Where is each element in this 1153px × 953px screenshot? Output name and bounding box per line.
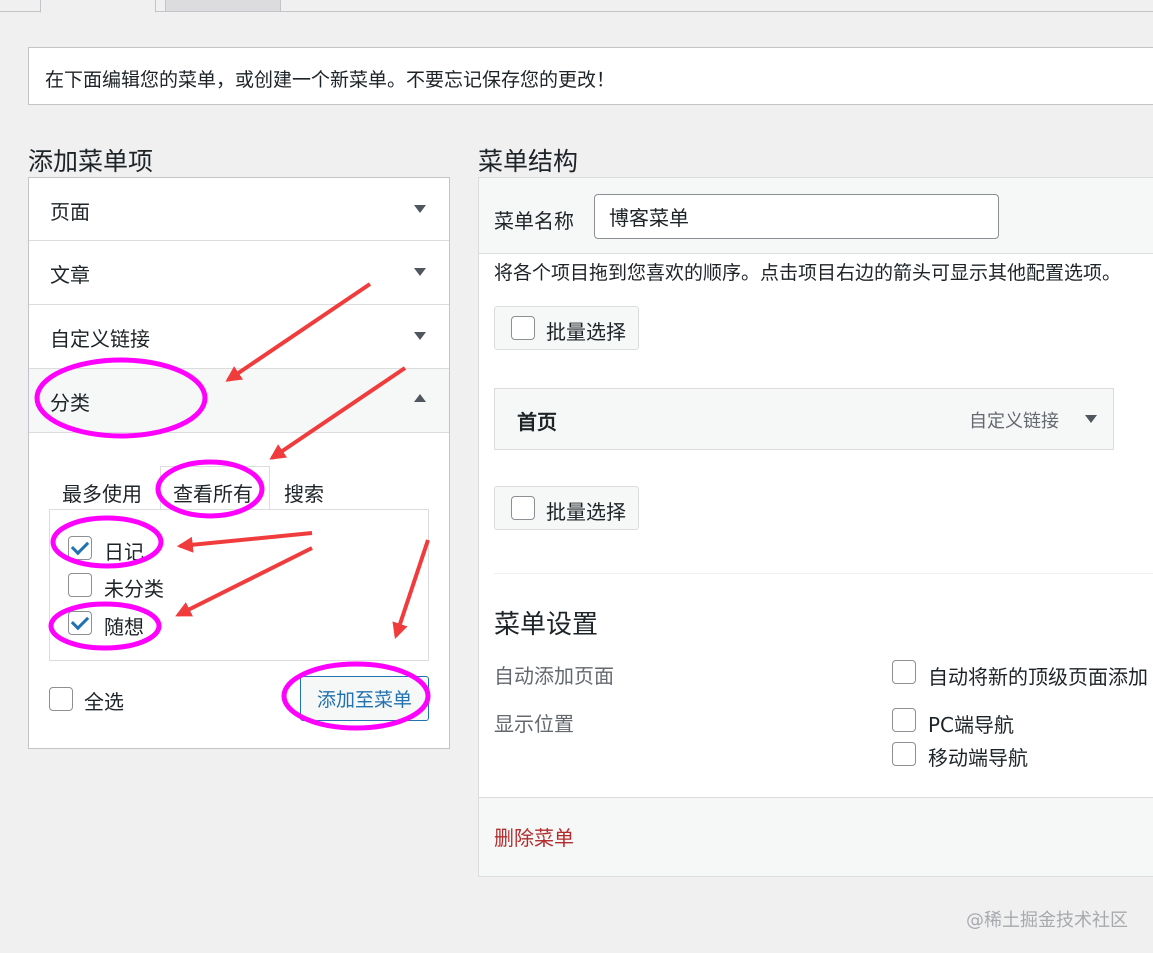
menu-settings-heading: 菜单设置 [494, 610, 599, 640]
menu-name-label: 菜单名称 [494, 209, 574, 233]
chevron-down-icon [414, 205, 426, 213]
bulk-select-label: 批量选择 [546, 500, 626, 524]
category-label: 未分类 [104, 577, 164, 601]
location-label-pc: PC端导航 [928, 713, 1015, 737]
menu-item-home[interactable]: 首页 自定义链接 [494, 388, 1114, 450]
bulk-select-checkbox[interactable] [511, 316, 535, 340]
accordion-posts[interactable]: 文章 [29, 241, 449, 305]
location-label-mobile: 移动端导航 [928, 746, 1028, 770]
select-all-checkbox[interactable] [49, 687, 73, 711]
location-checkbox-mobile[interactable] [892, 742, 916, 766]
category-checkbox-uncategorized[interactable] [68, 573, 92, 597]
divider [494, 573, 1153, 574]
location-checkbox-pc[interactable] [892, 708, 916, 732]
chevron-down-icon [414, 332, 426, 340]
bulk-select-label: 批量选择 [546, 320, 626, 344]
accordion-custom-links[interactable]: 自定义链接 [29, 305, 449, 369]
chevron-up-icon [414, 394, 426, 402]
accordion-label: 自定义链接 [50, 327, 150, 351]
accordion-label: 页面 [50, 200, 90, 224]
menu-item-type: 自定义链接 [969, 411, 1059, 432]
select-all-label: 全选 [84, 690, 124, 714]
category-label: 日记 [104, 540, 144, 564]
bulk-select-checkbox[interactable] [511, 496, 535, 520]
accordion-label: 分类 [50, 391, 90, 415]
accordion-categories[interactable]: 分类 [29, 369, 449, 433]
display-location-label: 显示位置 [494, 712, 574, 736]
accordion-label: 文章 [50, 263, 90, 287]
notice-text: 在下面编辑您的菜单，或创建一个新菜单。不要忘记保存您的更改！ [45, 69, 616, 91]
category-label: 随想 [104, 615, 144, 639]
chevron-down-icon[interactable] [1085, 415, 1097, 423]
tab-manage-locations[interactable] [165, 0, 281, 12]
tab-edit-menus[interactable] [40, 0, 156, 13]
tab-view-all[interactable]: 查看所有 [173, 478, 253, 507]
tab-most-used[interactable]: 最多使用 [62, 478, 142, 507]
watermark: @稀土掘金技术社区 [966, 910, 1128, 931]
category-checkbox-thoughts[interactable] [68, 611, 92, 635]
accordion-pages[interactable]: 页面 [29, 178, 449, 241]
drag-help-text: 将各个项目拖到您喜欢的顺序。点击项目右边的箭头可显示其他配置选项。 [494, 262, 1122, 284]
menu-item-title: 首页 [517, 410, 557, 434]
menu-footer-bar [479, 797, 1153, 876]
notice-box: 在下面编辑您的菜单，或创建一个新菜单。不要忘记保存您的更改！ [28, 47, 1153, 105]
category-checkbox-diary[interactable] [68, 536, 92, 560]
menu-structure-heading: 菜单结构 [478, 147, 579, 176]
bulk-select-bottom[interactable]: 批量选择 [494, 486, 639, 530]
bulk-select-top[interactable]: 批量选择 [494, 306, 639, 350]
auto-add-option: 自动将新的顶级页面添加 [928, 665, 1148, 689]
add-to-menu-button[interactable]: 添加至菜单 [300, 676, 429, 721]
auto-add-checkbox[interactable] [892, 660, 916, 684]
auto-add-label: 自动添加页面 [494, 664, 614, 688]
chevron-down-icon [414, 268, 426, 276]
add-menu-items-heading: 添加菜单项 [28, 147, 154, 176]
tab-search[interactable]: 搜索 [284, 478, 324, 507]
delete-menu-link[interactable]: 删除菜单 [494, 822, 574, 851]
menu-name-input[interactable] [594, 194, 999, 239]
